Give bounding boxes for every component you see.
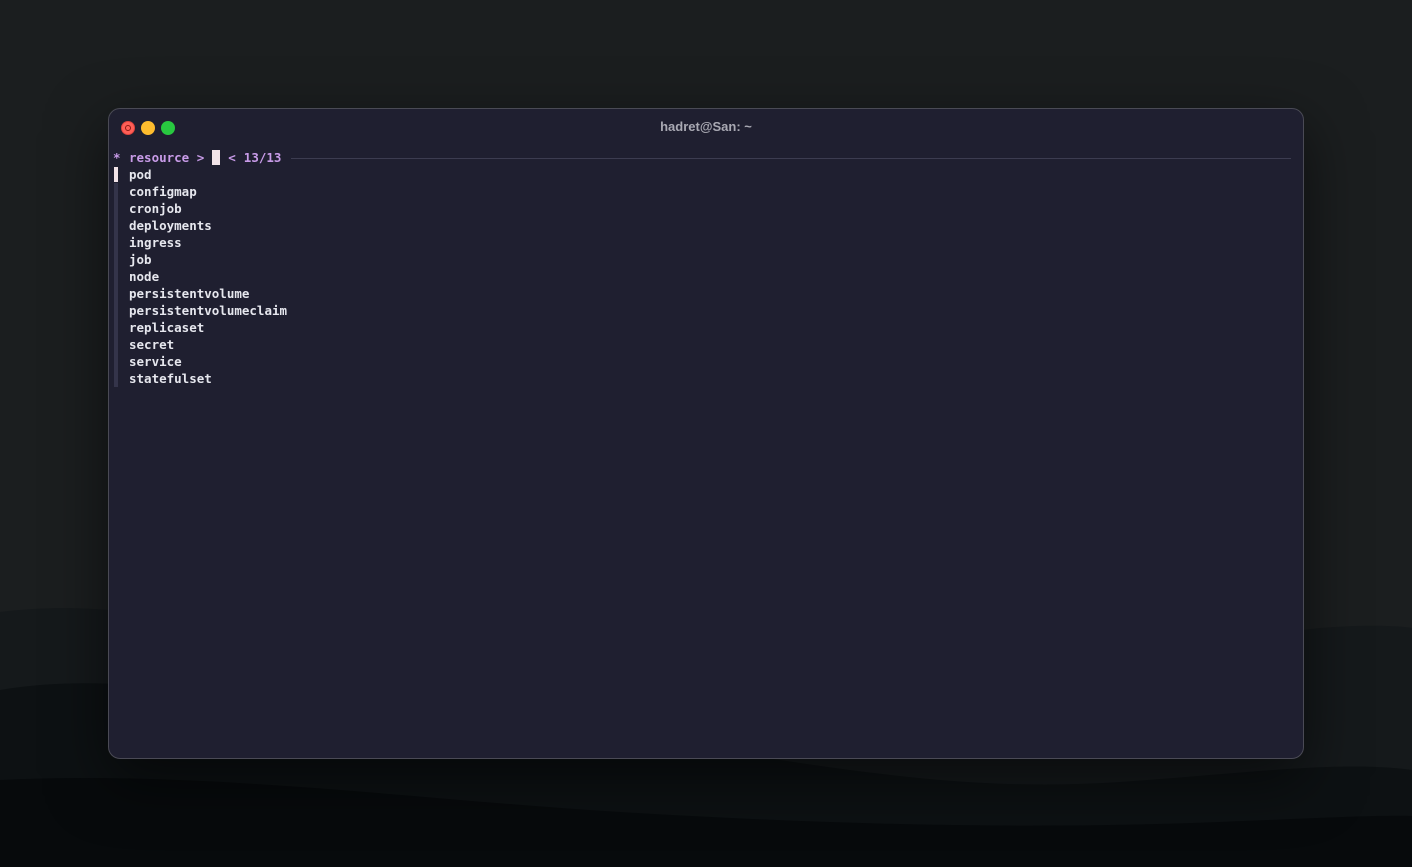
- list-item-label: persistentvolume: [129, 286, 250, 301]
- list-item[interactable]: pod: [113, 166, 1291, 183]
- list-gutter: [114, 268, 118, 285]
- prompt-divider: [291, 157, 1291, 159]
- terminal-window[interactable]: hadret@San: ~ * resource > < 13/13 pod co…: [108, 108, 1304, 759]
- list-item[interactable]: service: [113, 353, 1291, 370]
- list-item-label: ingress: [129, 235, 182, 250]
- list-item-label: secret: [129, 337, 175, 352]
- list-item-label: service: [129, 354, 182, 369]
- list-item[interactable]: replicaset: [113, 319, 1291, 336]
- list-gutter: [114, 251, 118, 268]
- resource-list[interactable]: pod configmap cronjob deployments ingress job…: [113, 166, 1291, 387]
- list-item-label: replicaset: [129, 320, 205, 335]
- list-item-label: configmap: [129, 184, 197, 199]
- list-item-label: job: [129, 252, 152, 267]
- list-item-label: statefulset: [129, 371, 212, 386]
- prompt-label: resource >: [129, 150, 205, 165]
- list-item-label: persistentvolumeclaim: [129, 303, 288, 318]
- list-item[interactable]: configmap: [113, 183, 1291, 200]
- list-item[interactable]: ingress: [113, 234, 1291, 251]
- list-item-label: deployments: [129, 218, 212, 233]
- terminal-content[interactable]: * resource > < 13/13 pod configmap cronjob…: [113, 149, 1291, 387]
- title-bar[interactable]: hadret@San: ~: [109, 109, 1303, 145]
- match-counter-arrow: <: [228, 150, 236, 165]
- list-gutter: [114, 336, 118, 353]
- fuzzy-finder-prompt[interactable]: * resource > < 13/13: [113, 149, 1291, 166]
- list-item-label: pod: [129, 167, 152, 182]
- list-item[interactable]: statefulset: [113, 370, 1291, 387]
- list-item[interactable]: deployments: [113, 217, 1291, 234]
- match-counter: 13/13: [243, 150, 282, 165]
- list-item[interactable]: cronjob: [113, 200, 1291, 217]
- window-title: hadret@San: ~: [660, 119, 752, 134]
- list-gutter: [114, 302, 118, 319]
- text-cursor[interactable]: [212, 150, 221, 165]
- list-gutter: [114, 234, 118, 251]
- list-gutter: [114, 217, 118, 234]
- selection-marker: [114, 167, 118, 182]
- list-item[interactable]: persistentvolume: [113, 285, 1291, 302]
- list-item[interactable]: node: [113, 268, 1291, 285]
- list-item[interactable]: job: [113, 251, 1291, 268]
- list-item[interactable]: persistentvolumeclaim: [113, 302, 1291, 319]
- list-gutter: [114, 183, 118, 200]
- list-item-label: node: [129, 269, 160, 284]
- list-gutter: [114, 370, 118, 387]
- list-item-label: cronjob: [129, 201, 182, 216]
- list-gutter: [114, 353, 118, 370]
- list-gutter: [114, 285, 118, 302]
- list-gutter: [114, 319, 118, 336]
- list-gutter: [114, 200, 118, 217]
- prompt-marker: *: [113, 150, 121, 165]
- list-item[interactable]: secret: [113, 336, 1291, 353]
